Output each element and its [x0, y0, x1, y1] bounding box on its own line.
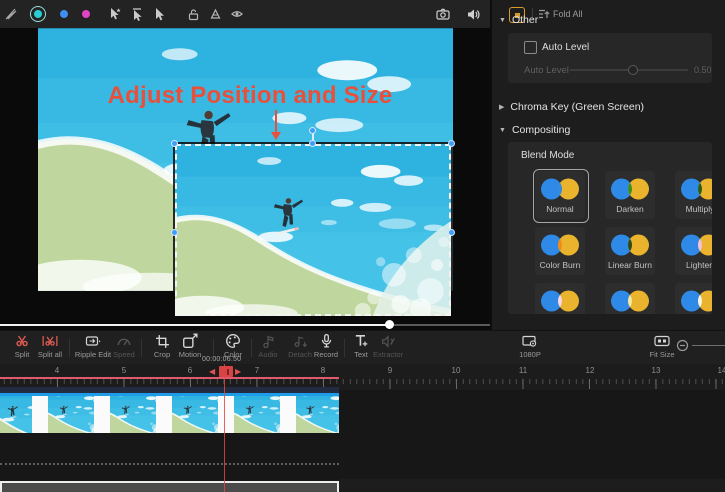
palette-icon	[225, 333, 241, 349]
fold-all-icon[interactable]	[538, 8, 550, 20]
annotation-arrowhead	[271, 132, 281, 140]
section-other[interactable]: ▼ Other	[499, 14, 538, 26]
seek-bar-played[interactable]	[0, 324, 389, 326]
blend-tile-darken[interactable]: Darken	[605, 171, 655, 219]
extractor-button: Extractor	[366, 333, 410, 359]
annotation-caption: Adjust Position and Size	[80, 82, 420, 110]
blend-tile-linear-dodge[interactable]	[675, 283, 712, 314]
playhead-grip[interactable]	[219, 366, 233, 377]
section-compositing[interactable]: ▼ Compositing	[499, 124, 570, 136]
timeline: 4 5 6 7 8 9 10 11 12 13 14 ◀ ▶	[0, 364, 725, 492]
fit-size-icon	[654, 333, 670, 349]
render-cone-icon[interactable]	[204, 3, 226, 25]
handle-top-left[interactable]	[171, 140, 178, 147]
blend-tile-screen[interactable]	[535, 283, 585, 314]
auto-level-slider-handle	[628, 65, 638, 75]
mask-icon[interactable]	[0, 3, 22, 25]
annotation-arrow	[275, 110, 277, 134]
handle-mid-right[interactable]	[448, 229, 455, 236]
blend-mode-card: Blend Mode Normal Darken Multiply Color …	[508, 142, 712, 314]
cursor-add-icon[interactable]	[104, 3, 126, 25]
edit-toolbar: Split Split all Ripple Edit Speed Crop M…	[0, 330, 725, 365]
zoom-out-icon[interactable]	[676, 339, 689, 352]
chevron-down-icon: ▼	[499, 17, 506, 24]
playhead-left-arrow[interactable]: ◀	[209, 366, 215, 377]
preview-toolbar	[0, 0, 490, 29]
ripple-edit-icon	[85, 333, 101, 349]
chevron-down-icon: ▼	[499, 127, 506, 134]
preview-area: Adjust Position and Size 00:00:06.50 00:…	[0, 28, 490, 330]
selection-dashed-border	[175, 144, 451, 316]
speaker-icon[interactable]	[462, 3, 484, 25]
auto-level-value: 0.50	[694, 65, 712, 75]
track-drop-indicator	[0, 463, 339, 465]
rotate-handle[interactable]	[309, 127, 316, 134]
blend-tile-color-dodge[interactable]	[605, 283, 655, 314]
audio-note-icon	[260, 333, 276, 349]
auto-level-checkbox[interactable]	[524, 41, 537, 54]
cursor-range-icon[interactable]	[126, 3, 148, 25]
resolution-button[interactable]: 1080P	[508, 333, 552, 359]
auto-level-label: Auto Level	[542, 42, 589, 53]
motion-icon	[182, 333, 198, 349]
pip-selection-box[interactable]	[173, 142, 453, 318]
handle-top-right[interactable]	[448, 140, 455, 147]
keyframe-blue-dot[interactable]	[60, 10, 68, 18]
auto-level-card: Auto Level Auto Level 0.50	[508, 33, 712, 83]
blend-tile-lighten[interactable]: Lighten	[675, 227, 712, 275]
chevron-right-icon: ▶	[499, 103, 504, 111]
blend-tile-linear-burn[interactable]: Linear Burn	[605, 227, 655, 275]
handle-top-center[interactable]	[309, 140, 316, 147]
extractor-icon	[380, 333, 396, 349]
blend-tile-normal[interactable]: Normal	[535, 171, 585, 219]
cursor-icon[interactable]	[148, 3, 170, 25]
fold-all-label[interactable]: Fold All	[553, 9, 583, 19]
handle-mid-left[interactable]	[171, 229, 178, 236]
playhead-line[interactable]	[224, 364, 225, 492]
clip-filmstrip	[0, 396, 339, 433]
blend-tile-color-burn[interactable]: Color Burn	[535, 227, 585, 275]
main-track-clip[interactable]	[0, 481, 339, 492]
auto-level-slider-label: Auto Level	[524, 65, 569, 76]
speed-gauge-icon	[116, 333, 132, 349]
seek-bar-remaining[interactable]	[389, 324, 490, 326]
timeline-zoom-slider[interactable]	[692, 345, 725, 346]
inspector-panel: Fold All ▼ Other Auto Level Auto Level 0…	[490, 0, 725, 330]
split-all-button[interactable]: Split all	[28, 333, 72, 359]
track-background-lower	[339, 479, 725, 492]
pip-track-clip[interactable]	[0, 387, 339, 433]
filmora-window: Adjust Position and Size 00:00:06.50 00:…	[0, 0, 725, 492]
track-area	[0, 390, 725, 492]
eye-icon[interactable]	[226, 3, 248, 25]
seek-handle[interactable]	[385, 320, 394, 329]
playhead-timecode: 00:00:06.50	[202, 356, 241, 363]
blend-mode-title: Blend Mode	[521, 150, 574, 161]
scissors-all-icon	[42, 333, 58, 349]
microphone-icon	[318, 333, 334, 349]
section-chroma-key[interactable]: ▶ Chroma Key (Green Screen)	[499, 101, 644, 113]
lock-icon[interactable]	[182, 3, 204, 25]
camera-icon[interactable]	[432, 3, 454, 25]
blend-tile-multiply[interactable]: Multiply	[675, 171, 712, 219]
clip-duration-line	[0, 377, 339, 379]
playhead-right-arrow[interactable]: ▶	[235, 366, 241, 377]
monitor-gear-icon	[522, 333, 538, 349]
keyframe-cyan-dot[interactable]	[30, 6, 46, 22]
keyframe-magenta-dot[interactable]	[82, 10, 90, 18]
